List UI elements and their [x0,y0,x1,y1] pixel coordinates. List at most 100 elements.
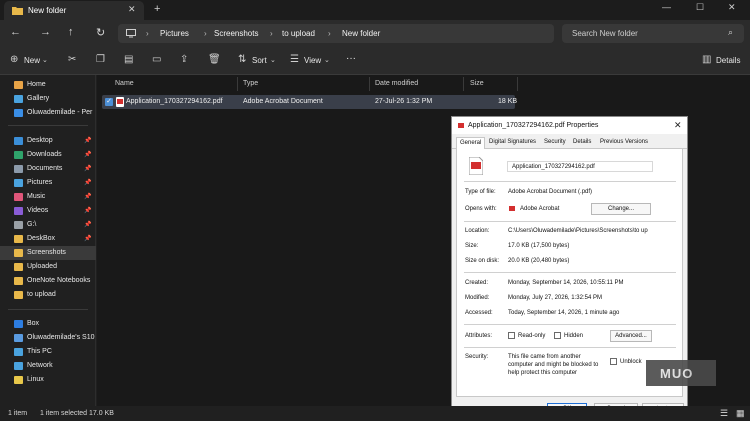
view-icon[interactable]: ☰ [290,54,299,65]
breadcrumb-to-upload[interactable]: to upload [282,29,315,38]
chevron-down-icon[interactable]: ⌄ [270,56,276,64]
sidebar-item-videos[interactable]: Videos 📌 [0,204,96,218]
sidebar-item-onedrive[interactable]: Oluwademilade - Per [0,106,96,120]
sidebar-item-g-drive[interactable]: G:\ 📌 [0,218,96,232]
divider [464,347,676,348]
unblock-checkbox[interactable] [610,358,617,365]
advanced-button[interactable]: Advanced... [610,330,652,342]
tab-close-icon[interactable]: ✕ [128,4,136,15]
column-header-type[interactable]: Type [243,80,258,87]
pictures-icon [14,179,23,187]
read-only-checkbox[interactable] [508,332,515,339]
sidebar-item-label: Oluwademilade - Per [27,109,93,116]
minimize-button[interactable]: — [662,2,671,12]
sidebar-item-box[interactable]: Box [0,317,96,331]
pin-icon: 📌 [84,208,92,214]
sidebar-item-network[interactable]: Network [0,359,96,373]
new-button[interactable]: New [24,56,40,65]
breadcrumb-pictures[interactable]: Pictures [160,29,189,38]
table-row[interactable]: ✓ Application_170327294162.pdf Adobe Acr… [102,95,517,109]
sidebar-item-this-pc[interactable]: This PC [0,345,96,359]
search-icon[interactable]: ⌕ [728,27,733,38]
view-button[interactable]: View [304,56,321,65]
hidden-label: Hidden [564,333,584,339]
pin-icon: 📌 [84,166,92,172]
sidebar-item-label: Linux [27,376,44,383]
tab-details[interactable]: Details [573,139,591,145]
sidebar-item-music[interactable]: Music 📌 [0,190,96,204]
location-value: C:\Users\Oluwademilade\Pictures\Screensh… [508,228,648,234]
column-header-size[interactable]: Size [470,80,484,87]
address-bar[interactable]: › Pictures › Screenshots › to upload › N… [118,24,554,43]
column-header-date-modified[interactable]: Date modified [375,80,418,87]
music-icon [14,193,23,201]
sort-button[interactable]: Sort [252,56,267,65]
column-separator[interactable] [237,77,238,91]
hidden-checkbox[interactable] [554,332,561,339]
breadcrumb-new-folder[interactable]: New folder [342,29,380,38]
sidebar-item-desktop[interactable]: Desktop 📌 [0,134,96,148]
sidebar-item-uploaded[interactable]: Uploaded [0,260,96,274]
file-name-field[interactable]: Application_170327294162.pdf [507,161,653,172]
column-separator[interactable] [369,77,370,91]
back-arrow-icon[interactable]: ← [10,26,21,38]
details-view-icon[interactable]: ☰ [720,408,728,419]
sidebar-item-deskbox[interactable]: DeskBox 📌 [0,232,96,246]
sidebar-item-pictures[interactable]: Pictures 📌 [0,176,96,190]
change-button[interactable]: Change... [591,203,651,215]
sidebar-item-label: Box [27,320,40,327]
sidebar-item-documents[interactable]: Documents 📌 [0,162,96,176]
cut-icon[interactable]: ✂ [68,54,76,65]
chevron-down-icon[interactable]: ⌄ [42,56,48,64]
copy-icon[interactable]: ❐ [96,54,105,65]
sidebar-item-phone[interactable]: Oluwademilade's S10 [0,331,96,345]
sidebar-item-screenshots[interactable]: Screenshots [0,246,96,260]
sidebar-item-onenote-notebooks[interactable]: OneNote Notebooks [0,274,96,288]
search-box[interactable]: Search New folder ⌕ [562,24,744,43]
tab-previous-versions[interactable]: Previous Versions [600,139,648,145]
chevron-down-icon[interactable]: ⌄ [324,56,330,64]
selection-checkbox[interactable]: ✓ [105,98,113,106]
sidebar-item-linux[interactable]: Linux [0,373,96,387]
tab-digital-signatures[interactable]: Digital Signatures [489,139,536,145]
refresh-icon[interactable]: ↻ [96,26,105,39]
tiles-view-icon[interactable]: ▦ [736,408,745,419]
sidebar-item-label: Home [27,81,46,88]
sort-icon[interactable]: ⇅ [238,54,246,65]
breadcrumb-screenshots[interactable]: Screenshots [214,29,258,38]
file-date-modified: 27-Jul-26 1:32 PM [375,98,433,105]
attributes-label: Attributes: [465,333,493,339]
new-plus-icon[interactable]: ⊕ [10,54,18,65]
rename-icon[interactable]: ▭ [152,54,161,65]
videos-icon [14,207,23,215]
delete-icon[interactable]: 🗑 [208,54,221,65]
pin-icon: 📌 [84,222,92,228]
divider [464,181,676,182]
new-tab-button[interactable]: + [154,3,160,15]
column-separator[interactable] [517,77,518,91]
column-header-name[interactable]: Name [115,80,134,87]
column-separator[interactable] [463,77,464,91]
tab-security[interactable]: Security [544,139,566,145]
details-button[interactable]: Details [716,56,740,65]
sidebar-item-downloads[interactable]: Downloads 📌 [0,148,96,162]
tab-new-folder[interactable]: New folder ✕ [4,1,144,20]
pin-icon: 📌 [84,138,92,144]
more-options-button[interactable]: ··· [346,53,356,64]
sidebar-item-gallery[interactable]: Gallery [0,92,96,106]
sidebar-item-label: DeskBox [27,235,56,242]
breadcrumb-separator: › [146,29,149,38]
tab-label: New folder [28,6,67,15]
sidebar-item-home[interactable]: Home [0,78,96,92]
up-arrow-icon[interactable]: ↑ [68,26,74,38]
maximize-button[interactable]: ☐ [696,2,704,13]
details-pane-icon[interactable]: ▥ [702,54,711,65]
share-icon[interactable]: ⇪ [180,54,188,65]
file-name: Application_170327294162.pdf [126,98,223,105]
paste-icon[interactable]: ▤ [124,54,133,65]
sidebar-item-to-upload[interactable]: to upload [0,288,96,302]
dialog-close-icon[interactable]: ✕ [674,120,682,131]
folder-icon [14,263,23,271]
close-button[interactable]: ✕ [728,2,736,13]
forward-arrow-icon[interactable]: → [40,26,51,38]
